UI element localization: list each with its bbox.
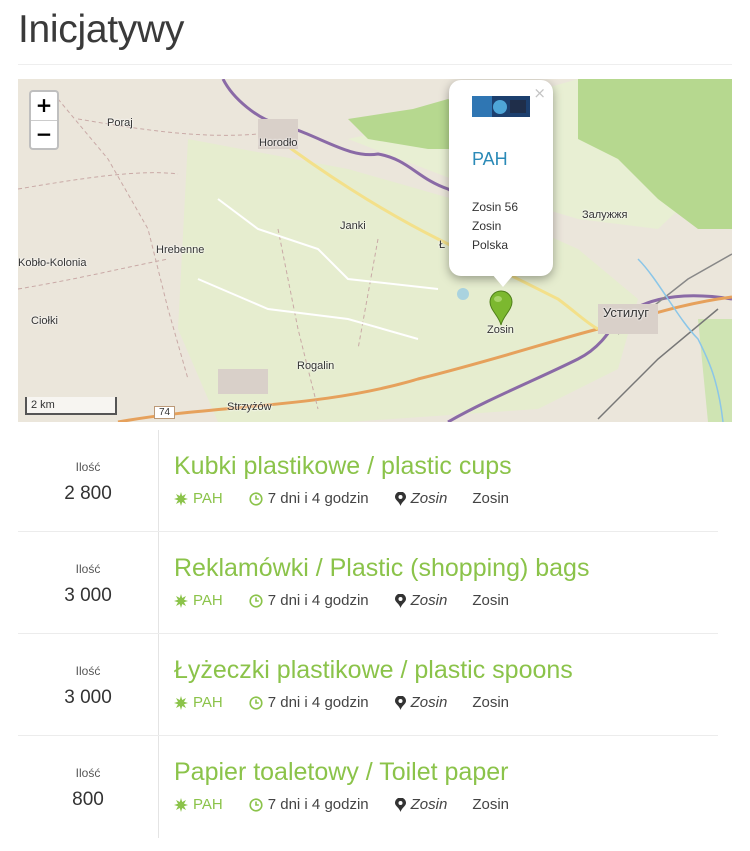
quantity-label: Ilość xyxy=(75,562,101,576)
organization-link[interactable]: PAH xyxy=(174,490,223,507)
starburst-icon xyxy=(174,491,188,506)
item-info: Reklamówki / Plastic (shopping) bags PAH… xyxy=(174,554,589,609)
organization-link[interactable]: PAH xyxy=(174,694,223,711)
starburst-icon xyxy=(174,797,188,812)
list-item: Ilość 800 Papier toaletowy / Toilet pape… xyxy=(18,736,718,838)
item-meta: PAH 7 dni i 4 godzin Zosin Zosin xyxy=(174,490,512,507)
map-label: Rogalin xyxy=(297,360,335,372)
map-label: Strzyżów xyxy=(227,401,272,413)
item-meta: PAH 7 dni i 4 godzin Zosin Zosin xyxy=(174,694,573,711)
map[interactable]: Poraj Horodło Janki Hrebenne Kobło-Kolon… xyxy=(18,79,732,422)
location: Zosin xyxy=(394,694,448,711)
address-line: Zosin 56 xyxy=(472,200,519,214)
zoom-in-button[interactable]: + xyxy=(31,92,57,120)
map-pin-icon xyxy=(394,695,406,710)
quantity-column: Ilość 2 800 xyxy=(18,430,159,531)
item-title-link[interactable]: Reklamówki / Plastic (shopping) bags xyxy=(174,554,589,583)
clock-icon xyxy=(249,695,263,710)
item-title-link[interactable]: Papier toaletowy / Toilet paper xyxy=(174,758,509,787)
map-pin-icon xyxy=(394,797,406,812)
time-text: 7 dni i 4 godzin xyxy=(267,796,369,813)
popup-address: Zosin 56 Zosin Polska xyxy=(472,198,543,255)
quantity-column: Ilość 3 000 xyxy=(18,532,159,633)
location: Zosin xyxy=(394,490,448,507)
time-remaining: 7 dni i 4 godzin xyxy=(249,490,369,507)
location-text: Zosin xyxy=(410,592,448,609)
map-label: Залужжя xyxy=(582,209,628,221)
map-label: Poraj xyxy=(107,117,133,129)
item-info: Papier toaletowy / Toilet paper PAH 7 dn… xyxy=(174,758,509,813)
popup-organization-link[interactable]: PAH xyxy=(472,149,543,170)
organization-thumbnail xyxy=(472,96,530,117)
address-line: Zosin xyxy=(472,219,502,233)
quantity-value: 3 000 xyxy=(64,585,112,606)
quantity-value: 800 xyxy=(72,789,104,810)
map-scale: 2 km xyxy=(25,397,117,415)
quantity-column: Ilość 3 000 xyxy=(18,634,159,735)
location-text: Zosin xyxy=(410,490,448,507)
starburst-icon xyxy=(174,593,188,608)
clock-icon xyxy=(249,491,263,506)
map-label: Устилуг xyxy=(603,305,649,320)
quantity-label: Ilość xyxy=(75,664,101,678)
organization-name: PAH xyxy=(193,796,223,813)
map-label: Ł xyxy=(439,239,446,251)
title-divider xyxy=(18,64,732,65)
location-text: Zosin xyxy=(410,694,448,711)
time-remaining: 7 dni i 4 godzin xyxy=(249,592,369,609)
quantity-label: Ilość xyxy=(75,766,101,780)
map-tiles[interactable] xyxy=(18,79,732,422)
time-text: 7 dni i 4 godzin xyxy=(267,694,369,711)
zoom-out-button[interactable]: − xyxy=(31,120,57,148)
clock-icon xyxy=(249,593,263,608)
page-title: Inicjatywy xyxy=(18,8,185,51)
location: Zosin xyxy=(394,796,448,813)
map-pin-icon xyxy=(394,593,406,608)
organization-name: PAH xyxy=(193,694,223,711)
city-text: Zosin xyxy=(472,592,510,609)
road-number-badge: 74 xyxy=(154,406,176,419)
organization-name: PAH xyxy=(193,592,223,609)
time-remaining: 7 dni i 4 godzin xyxy=(249,796,369,813)
item-info: Kubki plastikowe / plastic cups PAH 7 dn… xyxy=(174,452,512,507)
city-text: Zosin xyxy=(472,796,510,813)
map-label: Kobło-Kolonia xyxy=(18,257,87,269)
quantity-label: Ilość xyxy=(75,460,101,474)
item-info: Łyżeczki plastikowe / plastic spoons PAH… xyxy=(174,656,573,711)
item-title-link[interactable]: Łyżeczki plastikowe / plastic spoons xyxy=(174,656,573,685)
map-label: Hrebenne xyxy=(156,244,205,256)
address-line: Polska xyxy=(472,238,509,252)
organization-link[interactable]: PAH xyxy=(174,592,223,609)
list-item: Ilość 3 000 Reklamówki / Plastic (shoppi… xyxy=(18,532,718,634)
map-label: Ciołki xyxy=(31,315,58,327)
organization-name: PAH xyxy=(193,490,223,507)
city-text: Zosin xyxy=(472,490,510,507)
quantity-value: 2 800 xyxy=(64,483,112,504)
time-text: 7 dni i 4 godzin xyxy=(267,592,369,609)
item-meta: PAH 7 dni i 4 godzin Zosin Zosin xyxy=(174,796,509,813)
quantity-column: Ilość 800 xyxy=(18,736,159,838)
time-text: 7 dni i 4 godzin xyxy=(267,490,369,507)
time-remaining: 7 dni i 4 godzin xyxy=(249,694,369,711)
map-label: Janki xyxy=(340,220,366,232)
popup-tip xyxy=(492,274,514,287)
initiatives-list: Ilość 2 800 Kubki plastikowe / plastic c… xyxy=(18,430,718,838)
starburst-icon xyxy=(174,695,188,710)
map-label: Horodło xyxy=(259,137,298,149)
location-text: Zosin xyxy=(410,796,448,813)
map-pin-icon xyxy=(394,491,406,506)
map-popup: × PAH Zosin 56 Zosin Polska xyxy=(449,80,553,276)
list-item: Ilość 3 000 Łyżeczki plastikowe / plasti… xyxy=(18,634,718,736)
zoom-control: + − xyxy=(29,90,59,150)
organization-link[interactable]: PAH xyxy=(174,796,223,813)
item-title-link[interactable]: Kubki plastikowe / plastic cups xyxy=(174,452,512,481)
list-item: Ilość 2 800 Kubki plastikowe / plastic c… xyxy=(18,430,718,532)
quantity-value: 3 000 xyxy=(64,687,112,708)
close-icon[interactable]: × xyxy=(533,84,546,102)
map-marker-icon[interactable] xyxy=(489,290,513,326)
item-meta: PAH 7 dni i 4 godzin Zosin Zosin xyxy=(174,592,589,609)
clock-icon xyxy=(249,797,263,812)
city-text: Zosin xyxy=(472,694,510,711)
location: Zosin xyxy=(394,592,448,609)
